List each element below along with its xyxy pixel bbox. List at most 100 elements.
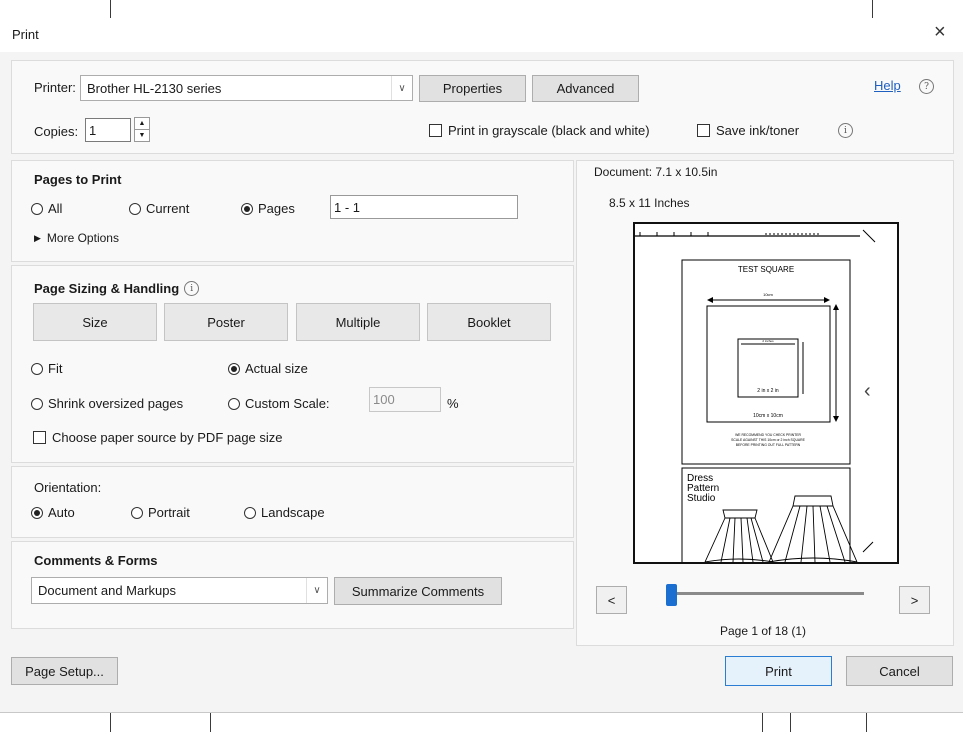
page-preview: TEST SQUARE 10cm 2 inches 2 in x 2 in 10… [633, 222, 899, 564]
page-preview-art: TEST SQUARE 10cm 2 inches 2 in x 2 in 10… [635, 229, 876, 562]
background-rule [790, 712, 791, 732]
arrow-head [833, 304, 839, 310]
radio-all[interactable]: All [31, 201, 62, 216]
radio-landscape-label: Landscape [261, 505, 325, 520]
printer-selected: Brother HL-2130 series [87, 80, 222, 96]
corner-mark [862, 541, 874, 553]
background-rule [866, 712, 867, 732]
radio-shrink-label: Shrink oversized pages [48, 396, 184, 411]
copies-label: Copies: [34, 124, 79, 139]
page-slider-track[interactable] [666, 592, 864, 595]
radio-portrait-label: Portrait [148, 505, 190, 520]
background-rule [762, 712, 763, 732]
info-icon[interactable]: i [184, 281, 200, 296]
size-button[interactable]: Size [33, 303, 157, 341]
pages-heading: Pages to Print [34, 172, 122, 187]
cancel-button[interactable]: Cancel [846, 656, 953, 686]
print-button[interactable]: Print [725, 656, 832, 686]
radio-button-selected [228, 362, 240, 375]
comments-selected: Document and Markups [38, 583, 177, 598]
outer-square [706, 305, 831, 423]
close-icon[interactable]: × [934, 21, 946, 44]
radio-button-selected [241, 202, 253, 215]
radio-auto[interactable]: Auto [31, 505, 75, 520]
note-line: SCALE AGAINST THIS 10cm or 2 inch SQUARE [731, 438, 805, 442]
radio-custom-label: Custom Scale: [245, 396, 330, 411]
more-options-toggle[interactable]: ▶ More Options [34, 231, 119, 245]
info-icon[interactable]: i [838, 123, 853, 138]
sizing-heading: Page Sizing & Handling i [34, 281, 200, 296]
chevron-down-icon: ∨ [391, 76, 412, 100]
note-line: WE RECOMMEND YOU CHECK PRINTER [735, 433, 801, 437]
printer-select[interactable]: Brother HL-2130 series ∨ [80, 75, 413, 101]
multiple-button[interactable]: Multiple [296, 303, 420, 341]
stepper-up-icon[interactable]: ▲ [135, 118, 149, 130]
copies-input[interactable]: 1 [85, 118, 131, 142]
radio-all-label: All [48, 201, 63, 216]
paper-size: 8.5 x 11 Inches [609, 196, 690, 210]
radio-button [244, 506, 256, 519]
radio-current-label: Current [146, 201, 190, 216]
next-page-button[interactable]: > [899, 586, 930, 614]
radio-shrink[interactable]: Shrink oversized pages [31, 396, 183, 411]
radio-button [131, 506, 143, 519]
test-square-title: TEST SQUARE [738, 265, 794, 274]
checkbox-box [429, 124, 442, 137]
checkbox-box [33, 431, 46, 444]
arrow-head [707, 297, 713, 303]
prev-page-button[interactable]: < [596, 586, 627, 614]
radio-actual-size[interactable]: Actual size [228, 361, 308, 376]
background-rule [110, 0, 111, 18]
summarize-comments-button[interactable]: Summarize Comments [334, 577, 502, 605]
chevron-down-icon: ∨ [306, 578, 327, 603]
copies-stepper[interactable]: ▲ ▼ [134, 117, 150, 142]
background-rule [210, 712, 211, 732]
outer-square-label: 10cm x 10cm [753, 413, 783, 419]
document-size: Document: 7.1 x 10.5in [594, 165, 718, 179]
booklet-button[interactable]: Booklet [427, 303, 551, 341]
advanced-button[interactable]: Advanced [532, 75, 639, 102]
percent-label: % [447, 396, 459, 411]
stepper-down-icon[interactable]: ▼ [135, 130, 149, 141]
page-slider-thumb[interactable] [666, 584, 677, 606]
comments-heading: Comments & Forms [34, 553, 158, 568]
radio-pages[interactable]: Pages [241, 201, 295, 216]
grayscale-checkbox[interactable]: Print in grayscale (black and white) [429, 123, 650, 138]
radio-current[interactable]: Current [129, 201, 189, 216]
outer-dimension-label: 10cm [763, 292, 773, 297]
dialog-title: Print [12, 27, 39, 42]
radio-auto-label: Auto [48, 505, 75, 520]
paper-source-checkbox[interactable]: Choose paper source by PDF page size [33, 430, 283, 445]
radio-portrait[interactable]: Portrait [131, 505, 190, 520]
page-status: Page 1 of 18 (1) [720, 624, 807, 638]
comments-select[interactable]: Document and Markups ∨ [31, 577, 328, 604]
radio-landscape[interactable]: Landscape [244, 505, 325, 520]
background-rule [872, 0, 873, 18]
grayscale-label: Print in grayscale (black and white) [448, 123, 650, 138]
radio-button [31, 362, 43, 375]
properties-button[interactable]: Properties [419, 75, 526, 102]
radio-custom-scale[interactable]: Custom Scale: [228, 396, 330, 411]
help-link[interactable]: Help [874, 78, 901, 93]
radio-button [31, 202, 43, 215]
orientation-panel [11, 466, 574, 538]
background-rule [110, 712, 111, 732]
radio-fit[interactable]: Fit [31, 361, 62, 376]
skirt-sketch-left [704, 509, 774, 562]
radio-fit-label: Fit [48, 361, 63, 376]
save-ink-checkbox[interactable]: Save ink/toner [697, 123, 799, 138]
checkbox-box [697, 124, 710, 137]
ruler-diagonal [862, 229, 876, 243]
paper-source-label: Choose paper source by PDF page size [52, 430, 283, 445]
scale-input[interactable]: 100 [369, 387, 441, 412]
radio-button [228, 397, 240, 410]
radio-pages-label: Pages [258, 201, 295, 216]
arrow-head [824, 297, 830, 303]
note-line: BEFORE PRINTING OUT FULL PATTERN [736, 443, 801, 447]
help-icon[interactable]: ? [919, 79, 934, 94]
pages-range-input[interactable]: 1 - 1 [330, 195, 518, 219]
radio-button [129, 202, 141, 215]
preview-chevron-left-icon[interactable]: ‹ [864, 380, 871, 403]
poster-button[interactable]: Poster [164, 303, 288, 341]
page-setup-button[interactable]: Page Setup... [11, 657, 118, 685]
